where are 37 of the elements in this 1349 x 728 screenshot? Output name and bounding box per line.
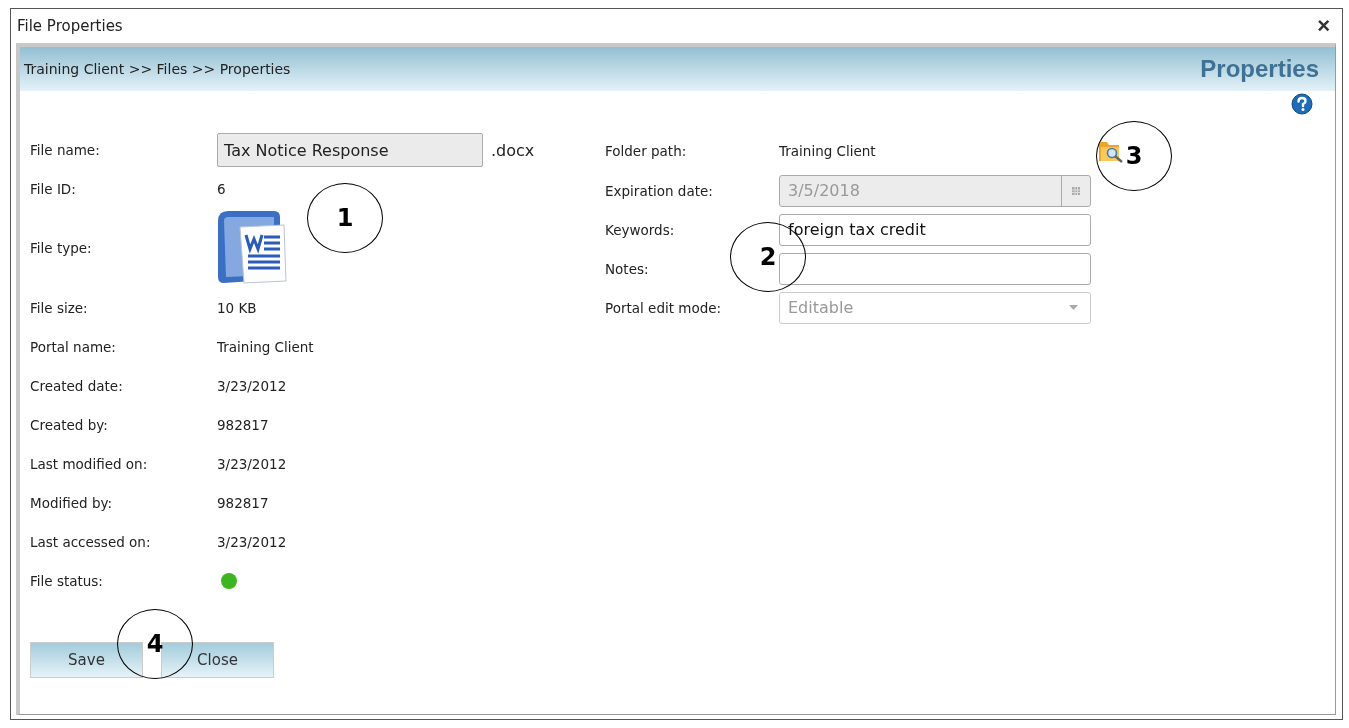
field-value: Training Client bbox=[779, 143, 876, 159]
folder-search-icon[interactable] bbox=[1098, 139, 1124, 163]
field-label: Last accessed on: bbox=[30, 533, 152, 550]
caret-icon bbox=[1069, 305, 1078, 310]
field-value: 3/23/2012 bbox=[217, 533, 287, 550]
field-value: 10 KB bbox=[217, 299, 257, 316]
field-label: Expiration date: bbox=[605, 182, 714, 199]
field-label: File type: bbox=[30, 240, 93, 256]
field-label: Portal name: bbox=[30, 338, 117, 355]
text-field[interactable]: foreign tax credit bbox=[779, 213, 1091, 246]
field-label: Last modified on: bbox=[30, 455, 149, 472]
file-extension: .docx bbox=[491, 140, 535, 160]
text-field[interactable] bbox=[779, 252, 1091, 285]
field-label: File size: bbox=[30, 299, 89, 316]
field-label: Modified by: bbox=[30, 494, 114, 511]
close-button[interactable]: × bbox=[1311, 15, 1336, 37]
field-label: Keywords: bbox=[605, 221, 676, 238]
breadcrumb: Training Client >> Files >> Properties bbox=[24, 61, 291, 77]
field-label: Notes: bbox=[605, 260, 650, 277]
file-name-field[interactable]: Tax Notice Response bbox=[217, 133, 483, 167]
field-value: Training Client bbox=[217, 338, 314, 355]
field-value: 982817 bbox=[217, 416, 269, 433]
field-value: 6 bbox=[217, 181, 226, 197]
field-label: File ID: bbox=[30, 181, 77, 197]
window-title: File Properties bbox=[17, 17, 123, 35]
dialog-button[interactable]: Save bbox=[30, 642, 143, 678]
field-label: File name: bbox=[30, 142, 101, 158]
field-label: Portal edit mode: bbox=[605, 299, 723, 316]
help-icon[interactable] bbox=[1291, 93, 1313, 115]
field-label: File status: bbox=[30, 572, 104, 589]
field-label: Folder path: bbox=[605, 143, 688, 159]
page-heading: Properties bbox=[1200, 55, 1319, 83]
field-value: 3/23/2012 bbox=[217, 377, 287, 394]
field-label: Created by: bbox=[30, 416, 109, 433]
field-value: 3/23/2012 bbox=[217, 455, 287, 472]
field-value: 982817 bbox=[217, 494, 269, 511]
field-label: Created date: bbox=[30, 377, 124, 394]
